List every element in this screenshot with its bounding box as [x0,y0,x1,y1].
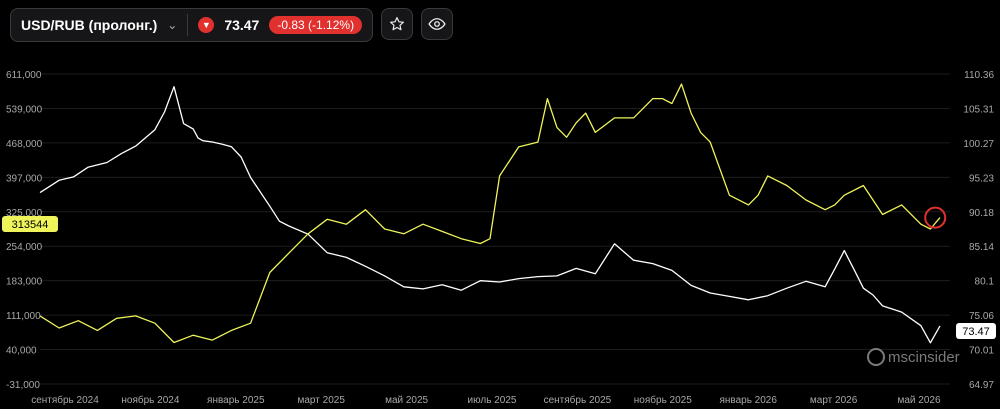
x-tick-label: сентябрь 2025 [544,394,612,406]
right-tick-label: 110.36 [964,70,994,81]
markers-layer [924,206,947,229]
left-tick-label: -31,000 [6,380,40,391]
right-tick-label: 90.18 [969,208,994,219]
series-layer [39,83,941,344]
right-tick-label: 105.31 [963,104,994,115]
x-tick-label: март 2025 [298,395,346,406]
right-tick-label: 95.23 [969,173,994,184]
watermark-text: mscinsider [888,349,960,366]
x-tick-label: май 2025 [385,395,428,406]
last-point-marker [924,206,947,229]
series-line-1 [39,83,941,344]
right-tick-label: 85.14 [969,242,994,253]
left-tick-label: 40,000 [6,346,37,357]
x-tick-label: январь 2025 [207,395,265,406]
x-axis: сентябрь 2024 ноябрь 2024 январь 2025 март … [31,394,941,406]
left-current-label: 313544 [2,216,58,232]
x-tick-label: июль 2025 [468,395,517,406]
x-tick-label: ноябрь 2024 [121,394,179,406]
left-tick-label: 254,000 [6,242,43,253]
grid-lines [40,73,950,385]
right-current-label: 73.47 [956,323,996,339]
right-axis: 110.36 105.31 100.27 95.23 90.18 85.14 80.1 75.… [963,70,994,391]
series-line-0 [39,86,941,344]
price-chart: 611,000539,000468,000397,000325,000254,0… [2,70,996,406]
right-current-label-text: 73.47 [962,326,990,338]
right-tick-label: 75.06 [969,311,994,322]
right-tick-label: 70.01 [969,346,994,357]
left-tick-label: 183,000 [6,277,43,288]
x-tick-label: сентябрь 2024 [31,394,99,406]
right-tick-label: 80.1 [975,277,995,288]
watermark-logo-icon [867,348,885,366]
watermark: mscinsider [867,348,960,366]
x-tick-label: май 2026 [897,395,940,406]
left-current-label-text: 313544 [12,219,49,231]
left-tick-label: 539,000 [6,104,43,115]
left-tick-label: 611,000 [6,70,42,81]
left-tick-label: 468,000 [6,139,43,150]
right-tick-label: 64.97 [969,380,994,391]
x-tick-label: январь 2026 [719,395,777,406]
x-tick-label: март 2026 [810,395,858,406]
left-tick-label: 111,000 [6,311,41,322]
right-tick-label: 100.27 [963,139,994,150]
x-tick-label: ноябрь 2025 [634,394,692,406]
left-tick-label: 397,000 [6,173,43,184]
